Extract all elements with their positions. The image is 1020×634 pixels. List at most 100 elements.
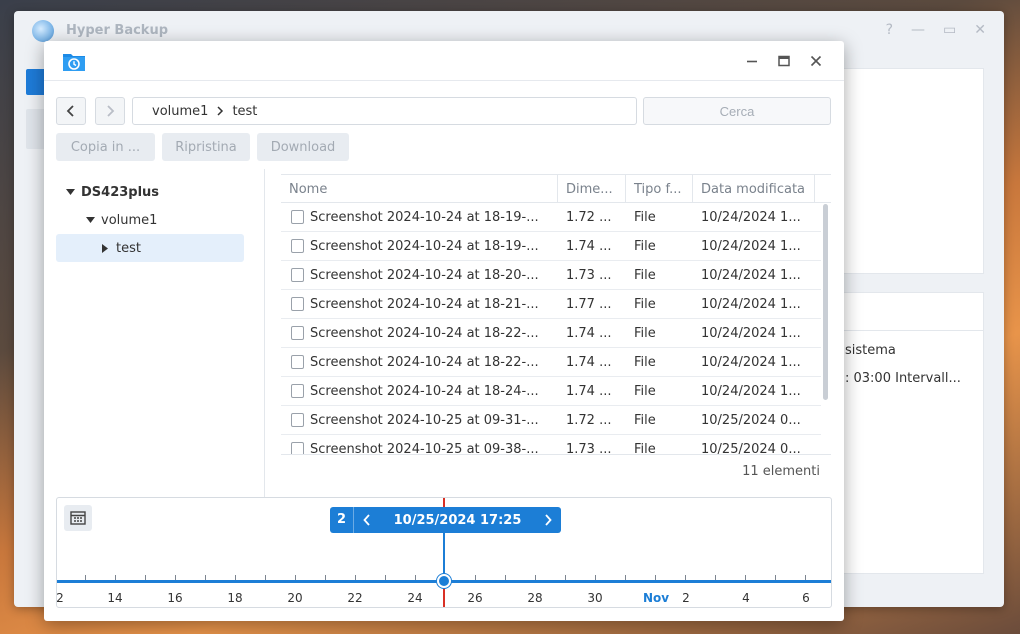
file-name: Screenshot 2024-10-25 at 09-38-... [310, 441, 539, 455]
row-checkbox[interactable] [291, 297, 304, 311]
version-timeline[interactable]: 2 10/25/2024 17:25 2 14 16 18 20 22 24 2… [56, 497, 832, 608]
caret-right-icon[interactable] [100, 243, 110, 253]
table-row[interactable]: Screenshot 2024-10-24 at 18-22-... 1.74 … [281, 348, 821, 377]
close-icon[interactable]: ✕ [974, 22, 986, 38]
timeline-tick [385, 575, 386, 580]
restore-button[interactable]: Ripristina [162, 133, 250, 161]
row-checkbox[interactable] [291, 442, 304, 454]
file-name: Screenshot 2024-10-24 at 18-20-... [310, 267, 539, 283]
file-date: 10/24/2024 1... [701, 267, 801, 283]
row-checkbox[interactable] [291, 210, 304, 224]
search-input[interactable] [643, 97, 831, 125]
file-size: 1.73 ... [566, 267, 612, 283]
download-button[interactable]: Download [257, 133, 349, 161]
minimize-icon[interactable] [742, 51, 762, 71]
timeline-tick [85, 575, 86, 580]
timeline-tick [115, 575, 116, 580]
maximize-icon[interactable]: ▭ [943, 22, 956, 38]
selected-version-point[interactable] [437, 574, 451, 588]
sidebar-active-item[interactable] [26, 69, 46, 95]
sidebar-item[interactable] [26, 109, 46, 149]
file-size: 1.74 ... [566, 238, 612, 254]
tree-item-volume1[interactable]: volume1 [56, 206, 244, 234]
table-row[interactable]: Screenshot 2024-10-24 at 18-20-... 1.73 … [281, 261, 821, 290]
file-date: 10/24/2024 1... [701, 325, 801, 341]
file-name: Screenshot 2024-10-24 at 18-21-... [310, 296, 539, 312]
file-date: 10/25/2024 0... [701, 412, 801, 428]
timeline-label: 30 [587, 591, 603, 605]
file-type: File [634, 238, 656, 254]
tree-item-test[interactable]: test [56, 234, 244, 262]
forward-button[interactable] [95, 97, 125, 125]
timeline-tick [175, 575, 176, 580]
timeline-tick [775, 575, 776, 580]
file-type: File [634, 296, 656, 312]
table-row[interactable]: Screenshot 2024-10-24 at 18-19-... 1.74 … [281, 232, 821, 261]
timeline-tick [295, 575, 296, 580]
item-count: 11 elementi [742, 464, 820, 479]
file-size: 1.74 ... [566, 354, 612, 370]
back-button[interactable] [56, 97, 86, 125]
row-checkbox[interactable] [291, 413, 304, 427]
path-breadcrumb[interactable]: volume1 test [132, 97, 637, 125]
caret-down-icon[interactable] [85, 215, 95, 225]
row-checkbox[interactable] [291, 268, 304, 282]
tree-item-label: test [116, 240, 141, 256]
tree-item-label: DS423plus [81, 184, 160, 200]
breadcrumb-volume1[interactable]: volume1 [152, 104, 208, 119]
tree-item-label: volume1 [101, 212, 158, 228]
table-row[interactable]: Screenshot 2024-10-24 at 18-22-... 1.74 … [281, 319, 821, 348]
row-checkbox[interactable] [291, 239, 304, 253]
timeline-label: 28 [527, 591, 543, 605]
copy-to-button[interactable]: Copia in ... [56, 133, 155, 161]
timeline-label: 22 [347, 591, 363, 605]
timeline-tick [745, 575, 746, 580]
row-checkbox[interactable] [291, 355, 304, 369]
scrollbar-thumb[interactable] [823, 204, 828, 400]
close-icon[interactable] [806, 51, 826, 71]
chevron-left-icon [363, 514, 370, 526]
pane-divider[interactable] [264, 169, 265, 497]
column-header-size[interactable]: Dime... [558, 175, 626, 203]
file-type: File [634, 441, 656, 455]
table-row[interactable]: Screenshot 2024-10-25 at 09-38-... 1.73 … [281, 435, 821, 455]
maximize-icon[interactable] [774, 51, 794, 71]
breadcrumb-separator-icon [217, 106, 224, 116]
timeline-tick [145, 575, 146, 580]
breadcrumb-test[interactable]: test [232, 104, 257, 119]
list-scrollbar[interactable] [821, 204, 829, 404]
row-checkbox[interactable] [291, 384, 304, 398]
info-line: sistema [845, 343, 896, 358]
timeline-tick [625, 575, 626, 580]
backup-info-panel: sistema : 03:00 Intervall... [834, 292, 984, 574]
calendar-button[interactable] [64, 505, 92, 531]
column-header-name[interactable]: Nome [281, 175, 558, 203]
chevron-right-icon [545, 514, 552, 526]
timeline-label: 18 [227, 591, 243, 605]
row-checkbox[interactable] [291, 326, 304, 340]
file-size: 1.73 ... [566, 441, 612, 455]
table-row[interactable]: Screenshot 2024-10-24 at 18-21-... 1.77 … [281, 290, 821, 319]
previous-version-button[interactable] [354, 514, 380, 526]
version-selector[interactable]: 2 10/25/2024 17:25 [330, 507, 561, 533]
backup-explorer-icon [63, 54, 85, 71]
file-date: 10/25/2024 0... [701, 441, 801, 455]
column-header-date[interactable]: Data modificata [693, 175, 815, 203]
column-header-type[interactable]: Tipo f... [626, 175, 693, 203]
timeline-label: 16 [167, 591, 183, 605]
table-row[interactable]: Screenshot 2024-10-24 at 18-24-... 1.74 … [281, 377, 821, 406]
minimize-icon[interactable]: — [911, 22, 925, 38]
table-row[interactable]: Screenshot 2024-10-24 at 18-19-... 1.72 … [281, 203, 821, 232]
file-date: 10/24/2024 1... [701, 238, 801, 254]
timeline-tick [595, 575, 596, 580]
tree-item-ds423plus[interactable]: DS423plus [56, 178, 244, 206]
table-row[interactable]: Screenshot 2024-10-25 at 09-31-... 1.72 … [281, 406, 821, 435]
file-type: File [634, 267, 656, 283]
caret-down-icon[interactable] [65, 187, 75, 197]
chevron-left-icon [66, 105, 74, 117]
timeline-tick [265, 575, 266, 580]
help-icon[interactable]: ? [886, 22, 893, 38]
version-count: 2 [330, 507, 354, 533]
next-version-button[interactable] [535, 514, 561, 526]
info-line: : 03:00 Intervall... [845, 371, 961, 386]
